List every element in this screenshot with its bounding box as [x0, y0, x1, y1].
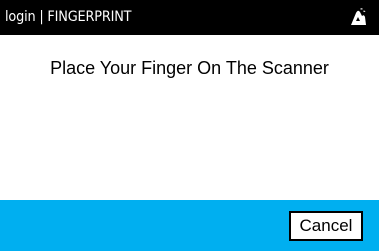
scan-instruction: Place Your Finger On The Scanner — [50, 58, 329, 78]
header-bar: login | FINGERPRINT — [0, 0, 379, 35]
header-title: login | FINGERPRINT — [5, 9, 132, 25]
brand-logo-icon — [348, 7, 368, 27]
footer-bar: Cancel — [0, 200, 379, 251]
cancel-button[interactable]: Cancel — [289, 211, 363, 241]
fingerprint-login-screen: login | FINGERPRINT Place Your Finger On… — [0, 0, 379, 251]
